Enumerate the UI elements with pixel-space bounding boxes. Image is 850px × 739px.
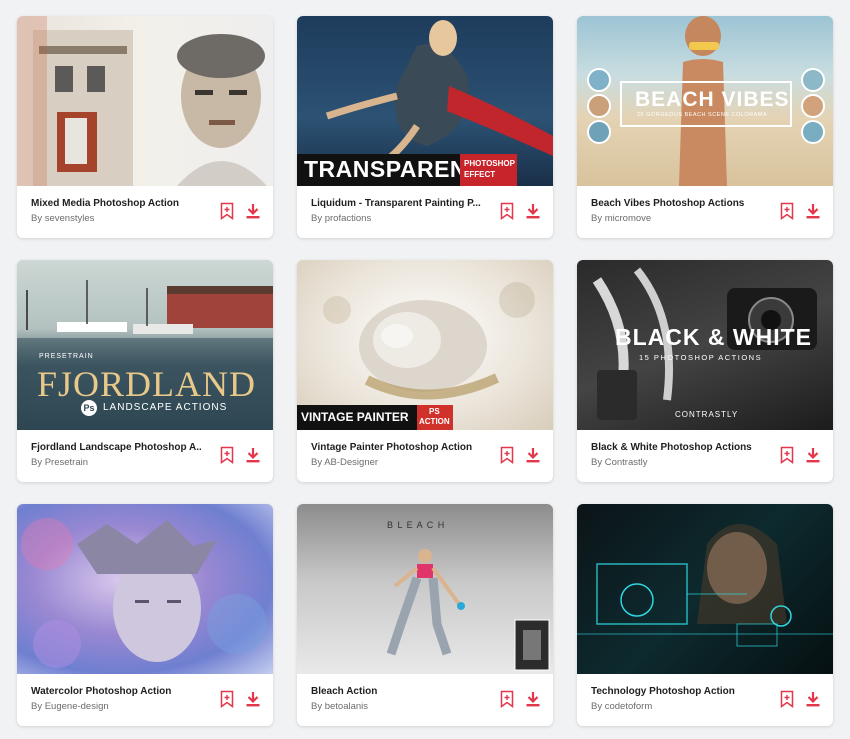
- product-card[interactable]: Watercolor Photoshop Action By Eugene-de…: [17, 504, 273, 726]
- thumbnail-beach-vibes[interactable]: BEACH VIBES 25 GORGEOUS BEACH SCENE COLO…: [577, 16, 833, 186]
- bookmark-icon[interactable]: [220, 202, 234, 220]
- card-title[interactable]: Technology Photoshop Action: [591, 686, 761, 697]
- download-icon[interactable]: [526, 203, 540, 219]
- card-title[interactable]: Fjordland Landscape Photoshop A...: [31, 442, 201, 453]
- product-card[interactable]: BEACH VIBES 25 GORGEOUS BEACH SCENE COLO…: [577, 16, 833, 238]
- bookmark-icon[interactable]: [780, 446, 794, 464]
- bookmark-icon[interactable]: [780, 690, 794, 708]
- bookmark-icon[interactable]: [500, 202, 514, 220]
- download-icon[interactable]: [806, 203, 820, 219]
- thumbnail-title-text: VINTAGE PAINTER: [301, 410, 409, 424]
- brand-text: CONTRASTLY: [675, 410, 739, 419]
- product-card[interactable]: B L E A C H Bleach Action By betoalanis: [297, 504, 553, 726]
- card-title[interactable]: Mixed Media Photoshop Action: [31, 198, 201, 209]
- mixed-media-artwork: [17, 16, 267, 186]
- thumbnail-subtitle-text: 15 PHOTOSHOP ACTIONS: [639, 353, 763, 362]
- download-icon[interactable]: [526, 691, 540, 707]
- thumbnail-badge-text: EFFECT: [464, 170, 496, 179]
- card-author[interactable]: By betoalanis: [311, 701, 481, 712]
- thumbnail-watercolor[interactable]: [17, 504, 273, 674]
- thumbnail-technology[interactable]: [577, 504, 833, 674]
- thumbnail-liquidum[interactable]: TRANSPARENT PHOTOSHOP EFFECT: [297, 16, 553, 186]
- thumbnail-badge-text: PHOTOSHOP: [464, 159, 515, 168]
- thumbnail-vintage-painter[interactable]: VINTAGE PAINTER PS ACTION: [297, 260, 553, 430]
- card-author[interactable]: By Eugene-design: [31, 701, 201, 712]
- thumbnail-mixed-media[interactable]: [17, 16, 273, 186]
- bookmark-icon[interactable]: [780, 202, 794, 220]
- download-icon[interactable]: [806, 691, 820, 707]
- thumbnail-title-text: BEACH VIBES: [635, 88, 790, 111]
- bookmark-icon[interactable]: [220, 446, 234, 464]
- product-card[interactable]: BLACK & WHITE 15 PHOTOSHOP ACTIONS CONTR…: [577, 260, 833, 482]
- card-author[interactable]: By AB-Designer: [311, 457, 481, 468]
- thumbnail-title-text: BLACK & WHITE: [615, 324, 812, 350]
- ps-logo: Ps: [81, 400, 97, 416]
- thumbnail-title-text: FJORDLAND: [37, 364, 257, 404]
- technology-artwork: [577, 524, 833, 647]
- card-author[interactable]: By micromove: [591, 213, 761, 224]
- bookmark-icon[interactable]: [500, 690, 514, 708]
- card-author[interactable]: By Presetrain: [31, 457, 201, 468]
- card-title[interactable]: Beach Vibes Photoshop Actions: [591, 198, 761, 209]
- card-author[interactable]: By codetoform: [591, 701, 761, 712]
- thumbnail-bleach[interactable]: B L E A C H: [297, 504, 553, 674]
- download-icon[interactable]: [526, 447, 540, 463]
- bookmark-icon[interactable]: [220, 690, 234, 708]
- thumbnail-subtitle-text: 25 GORGEOUS BEACH SCENE COLORAMA: [637, 112, 767, 118]
- card-title[interactable]: Bleach Action: [311, 686, 481, 697]
- thumbnail-badge-text: PS: [429, 407, 440, 416]
- bookmark-icon[interactable]: [500, 446, 514, 464]
- thumbnail-title-text: B L E A C H: [387, 520, 446, 530]
- card-title[interactable]: Liquidum - Transparent Painting P...: [311, 198, 481, 209]
- thumbnail-fjordland[interactable]: PRESETRAIN FJORDLAND Ps LANDSCAPE ACTION…: [17, 260, 273, 430]
- product-card[interactable]: Technology Photoshop Action By codetofor…: [577, 504, 833, 726]
- product-card[interactable]: TRANSPARENT PHOTOSHOP EFFECT Liquidum - …: [297, 16, 553, 238]
- thumbnail-subtitle-text: LANDSCAPE ACTIONS: [103, 402, 228, 413]
- thumbnail-badge-text: ACTION: [419, 417, 450, 426]
- product-card[interactable]: VINTAGE PAINTER PS ACTION Vintage Painte…: [297, 260, 553, 482]
- card-title[interactable]: Vintage Painter Photoshop Action: [311, 442, 481, 453]
- download-icon[interactable]: [246, 447, 260, 463]
- watercolor-artwork: [21, 518, 267, 668]
- download-icon[interactable]: [246, 203, 260, 219]
- card-author[interactable]: By Contrastly: [591, 457, 761, 468]
- card-title[interactable]: Watercolor Photoshop Action: [31, 686, 201, 697]
- thumbnail-title-text: TRANSPARENT: [304, 156, 482, 182]
- product-card[interactable]: Mixed Media Photoshop Action By sevensty…: [17, 16, 273, 238]
- card-author[interactable]: By profactions: [311, 213, 481, 224]
- download-icon[interactable]: [806, 447, 820, 463]
- brand-text: PRESETRAIN: [39, 353, 94, 360]
- download-icon[interactable]: [246, 691, 260, 707]
- product-card[interactable]: PRESETRAIN FJORDLAND Ps LANDSCAPE ACTION…: [17, 260, 273, 482]
- card-title[interactable]: Black & White Photoshop Actions: [591, 442, 761, 453]
- thumbnail-black-white[interactable]: BLACK & WHITE 15 PHOTOSHOP ACTIONS CONTR…: [577, 260, 833, 430]
- card-author[interactable]: By sevenstyles: [31, 213, 201, 224]
